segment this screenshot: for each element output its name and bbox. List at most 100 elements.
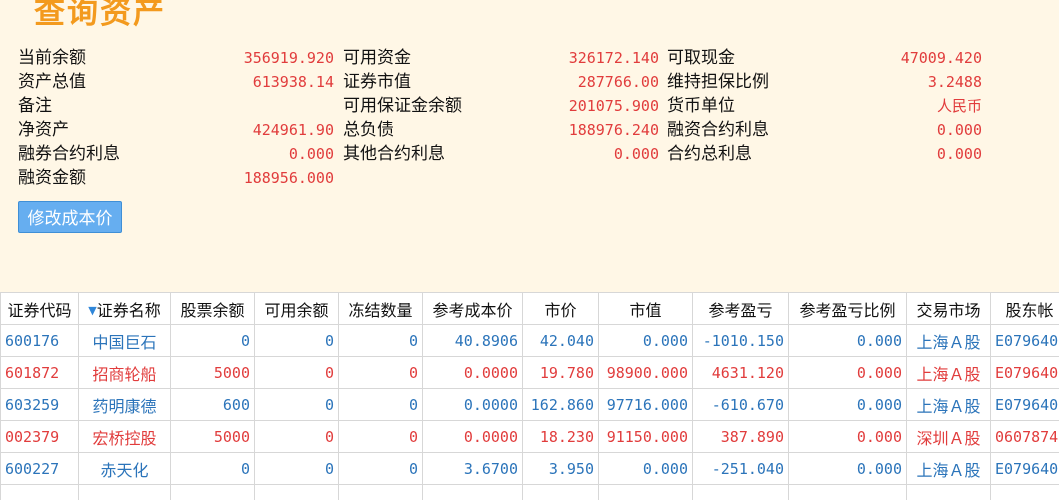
frozen-quantity-cell: 0 <box>338 388 423 421</box>
asset-query-page: 查询资产 当前余额 356919.920 可用资金 326172.140 可取现… <box>0 0 1059 500</box>
column-header-market-value[interactable]: 市值 <box>598 292 693 325</box>
total-liabilities-value: 188976.240 <box>568 121 659 139</box>
column-header-reference-profit-loss[interactable]: 参考盈亏 <box>692 292 789 325</box>
trading-market-cell: 上海Ａ股 <box>906 324 991 357</box>
table-row[interactable] <box>0 484 1059 500</box>
reference-cost-price-cell: 40.8906 <box>422 324 523 357</box>
security-name-cell: 药明康德 <box>78 388 171 421</box>
financing-amount-value: 188956.000 <box>243 169 334 187</box>
summary-row: 融资金额 188956.000 <box>18 166 998 190</box>
reference-cost-price-cell: 0.0000 <box>422 388 523 421</box>
modify-cost-price-button[interactable]: 修改成本价 <box>18 201 122 233</box>
page-title: 查询资产 <box>34 0 166 31</box>
reference-profit-loss-cell <box>692 484 789 500</box>
table-row[interactable]: 601872 招商轮船 5000 0 0 0.0000 19.780 98900… <box>0 356 1059 389</box>
shareholder-account-cell: E079640 <box>990 356 1059 389</box>
security-name-cell: 招商轮船 <box>78 356 171 389</box>
securities-market-value-label: 证券市值 <box>343 72 411 92</box>
table-row[interactable]: 600176 中国巨石 0 0 0 40.8906 42.040 0.000 -… <box>0 324 1059 357</box>
market-price-cell: 42.040 <box>522 324 599 357</box>
security-code-cell <box>0 484 79 500</box>
frozen-quantity-cell: 0 <box>338 324 423 357</box>
reference-profit-loss-ratio-cell: 0.000 <box>788 452 907 485</box>
table-row[interactable]: 600227 赤天化 0 0 0 3.6700 3.950 0.000 -251… <box>0 452 1059 485</box>
column-header-available-balance[interactable]: 可用余额 <box>254 292 339 325</box>
maintenance-guarantee-ratio-value: 3.2488 <box>927 73 982 91</box>
sort-down-icon: ▼ <box>88 303 97 317</box>
summary-row: 净资产 424961.90 总负债 188976.240 融资合约利息 0.00… <box>18 118 998 142</box>
column-header-trading-market[interactable]: 交易市场 <box>906 292 991 325</box>
remark-label: 备注 <box>18 96 52 116</box>
table-row[interactable]: 002379 宏桥控股 5000 0 0 0.0000 18.230 91150… <box>0 420 1059 453</box>
available-balance-cell: 0 <box>254 452 339 485</box>
security-name-cell <box>78 484 171 500</box>
available-balance-cell: 0 <box>254 324 339 357</box>
positions-table-container: 证券代码 ▼证券名称 股票余额 可用余额 冻结数量 参考成本价 市价 市值 参考… <box>0 292 1059 500</box>
shareholder-account-cell: E079640 <box>990 388 1059 421</box>
securities-lending-interest-value: 0.000 <box>288 145 334 163</box>
available-balance-cell: 0 <box>254 388 339 421</box>
summary-row: 融券合约利息 0.000 其他合约利息 0.000 合约总利息 0.000 <box>18 142 998 166</box>
financing-amount-label: 融资金额 <box>18 168 86 188</box>
summary-row: 备注 可用保证金余额 201075.900 货币单位 人民币 <box>18 94 998 118</box>
frozen-quantity-cell: 0 <box>338 420 423 453</box>
available-balance-cell: 0 <box>254 420 339 453</box>
table-header-row: 证券代码 ▼证券名称 股票余额 可用余额 冻结数量 参考成本价 市价 市值 参考… <box>0 292 1059 325</box>
security-code-cell: 002379 <box>0 420 79 453</box>
security-name-cell: 宏桥控股 <box>78 420 171 453</box>
summary-row: 当前余额 356919.920 可用资金 326172.140 可取现金 470… <box>18 46 998 70</box>
current-balance-value: 356919.920 <box>243 49 334 67</box>
financing-contract-interest-value: 0.000 <box>936 121 982 139</box>
available-balance-cell: 0 <box>254 356 339 389</box>
column-header-shareholder-account[interactable]: 股东帐 <box>990 292 1059 325</box>
trading-market-cell: 深圳Ａ股 <box>906 420 991 453</box>
table-row[interactable]: 603259 药明康德 600 0 0 0.0000 162.860 97716… <box>0 388 1059 421</box>
total-contract-interest-value: 0.000 <box>936 145 982 163</box>
total-contract-interest-label: 合约总利息 <box>667 144 752 164</box>
market-price-cell: 19.780 <box>522 356 599 389</box>
security-code-cell: 603259 <box>0 388 79 421</box>
current-balance-label: 当前余额 <box>18 48 86 68</box>
column-header-frozen-quantity[interactable]: 冻结数量 <box>338 292 423 325</box>
market-value-cell: 91150.000 <box>598 420 693 453</box>
shareholder-account-cell: 0607874 <box>990 420 1059 453</box>
stock-balance-cell: 5000 <box>170 420 255 453</box>
column-header-security-name[interactable]: ▼证券名称 <box>78 292 171 325</box>
security-code-cell: 600176 <box>0 324 79 357</box>
trading-market-cell <box>906 484 991 500</box>
column-header-reference-cost-price[interactable]: 参考成本价 <box>422 292 523 325</box>
trading-market-cell: 上海Ａ股 <box>906 388 991 421</box>
available-margin-balance-label: 可用保证金余额 <box>343 96 462 116</box>
reference-profit-loss-cell: -251.040 <box>692 452 789 485</box>
currency-unit-label: 货币单位 <box>667 96 735 116</box>
reference-profit-loss-ratio-cell: 0.000 <box>788 356 907 389</box>
trading-market-cell: 上海Ａ股 <box>906 356 991 389</box>
security-code-cell: 601872 <box>0 356 79 389</box>
stock-balance-cell: 5000 <box>170 356 255 389</box>
column-header-stock-balance[interactable]: 股票余额 <box>170 292 255 325</box>
column-header-market-price[interactable]: 市价 <box>522 292 599 325</box>
financing-contract-interest-label: 融资合约利息 <box>667 120 769 140</box>
market-value-cell: 0.000 <box>598 324 693 357</box>
market-value-cell: 97716.000 <box>598 388 693 421</box>
other-contract-interest-value: 0.000 <box>613 145 659 163</box>
reference-profit-loss-cell: -1010.150 <box>692 324 789 357</box>
stock-balance-cell: 0 <box>170 324 255 357</box>
shareholder-account-cell: E079640 <box>990 324 1059 357</box>
column-header-security-code[interactable]: 证券代码 <box>0 292 79 325</box>
security-code-cell: 600227 <box>0 452 79 485</box>
market-value-cell: 98900.000 <box>598 356 693 389</box>
column-header-reference-profit-loss-ratio[interactable]: 参考盈亏比例 <box>788 292 907 325</box>
reference-profit-loss-ratio-cell: 0.000 <box>788 324 907 357</box>
market-price-cell: 18.230 <box>522 420 599 453</box>
currency-unit-value: 人民币 <box>936 97 982 115</box>
trading-market-cell: 上海Ａ股 <box>906 452 991 485</box>
reference-profit-loss-cell: -610.670 <box>692 388 789 421</box>
security-name-cell: 赤天化 <box>78 452 171 485</box>
stock-balance-cell: 0 <box>170 452 255 485</box>
summary-row: 资产总值 613938.14 证券市值 287766.00 维持担保比例 3.2… <box>18 70 998 94</box>
maintenance-guarantee-ratio-label: 维持担保比例 <box>667 72 769 92</box>
positions-table: 证券代码 ▼证券名称 股票余额 可用余额 冻结数量 参考成本价 市价 市值 参考… <box>0 292 1059 500</box>
market-price-cell: 162.860 <box>522 388 599 421</box>
stock-balance-cell <box>170 484 255 500</box>
